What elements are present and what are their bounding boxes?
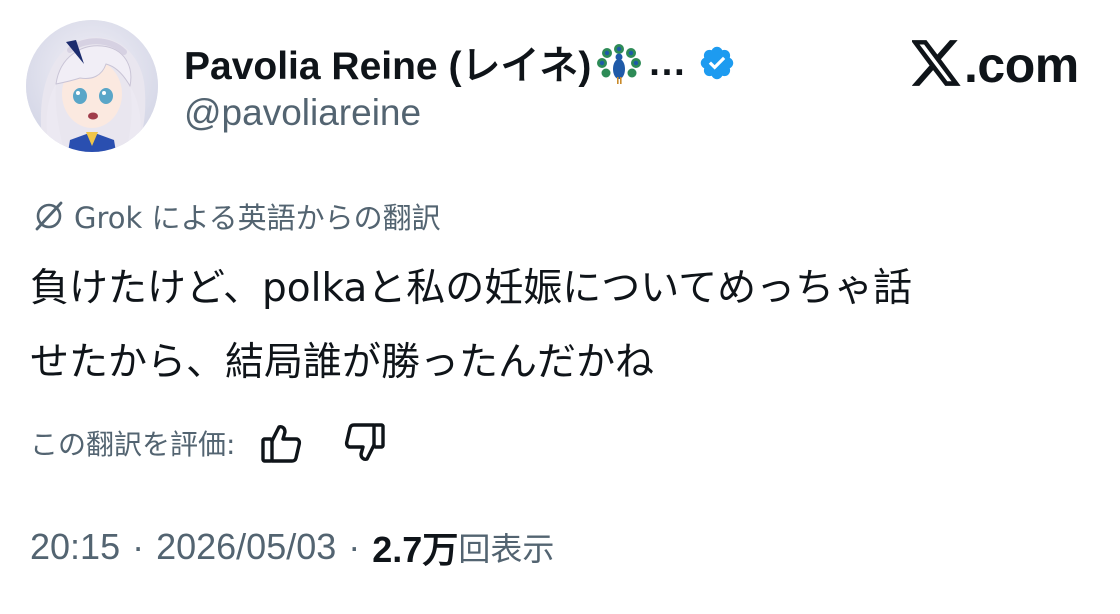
thumbs-up-icon <box>261 425 302 463</box>
thumbs-down-button[interactable] <box>341 420 389 466</box>
tweet-date[interactable]: 2026/05/03 <box>156 526 336 568</box>
thumbs-up-button[interactable] <box>257 420 305 466</box>
tweet-time[interactable]: 20:15 <box>30 526 120 568</box>
meta-separator: · <box>348 526 361 567</box>
tweet-line: せたから、結局誰が勝ったんだかね <box>30 340 655 385</box>
views-label: 回表示 <box>458 530 555 568</box>
name-truncation: … <box>647 41 687 84</box>
brand-text: .com <box>964 37 1079 93</box>
peacock-icon <box>597 41 642 85</box>
tweet-card: Pavolia Reine (レイネ) … @pavoliareine .com… <box>0 0 1120 614</box>
translation-attribution[interactable]: Grok による英語からの翻訳 <box>32 196 441 236</box>
display-name-text: Pavolia Reine (レイネ) <box>184 45 592 88</box>
grok-icon <box>32 199 66 233</box>
avatar[interactable] <box>26 20 158 152</box>
tweet-text: 負けたけど、polkaと私の妊娠についてめっちゃ話 せたから、結局誰が勝ったんだ… <box>30 252 1110 400</box>
author-handle[interactable]: @pavoliareine <box>184 92 421 134</box>
x-logo-icon <box>910 40 962 90</box>
tweet-line: 負けたけど、polkaと私の妊娠についてめっちゃ話 <box>30 266 913 311</box>
meta-separator: · <box>132 526 145 567</box>
verified-badge-icon <box>698 44 736 82</box>
translation-attribution-text: Grok による英語からの翻訳 <box>74 201 441 235</box>
views-count[interactable]: 2.7万 <box>372 521 458 573</box>
avatar-image <box>26 20 158 152</box>
author-display-name[interactable]: Pavolia Reine (レイネ) … <box>184 38 736 88</box>
thumbs-down-icon <box>345 423 386 461</box>
rate-translation: この翻訳を評価: <box>30 420 389 466</box>
brand-watermark: .com <box>910 36 1079 94</box>
tweet-meta: 20:15 · 2026/05/03 · 2.7万 回表示 <box>30 522 554 572</box>
rate-translation-label: この翻訳を評価: <box>30 428 236 461</box>
